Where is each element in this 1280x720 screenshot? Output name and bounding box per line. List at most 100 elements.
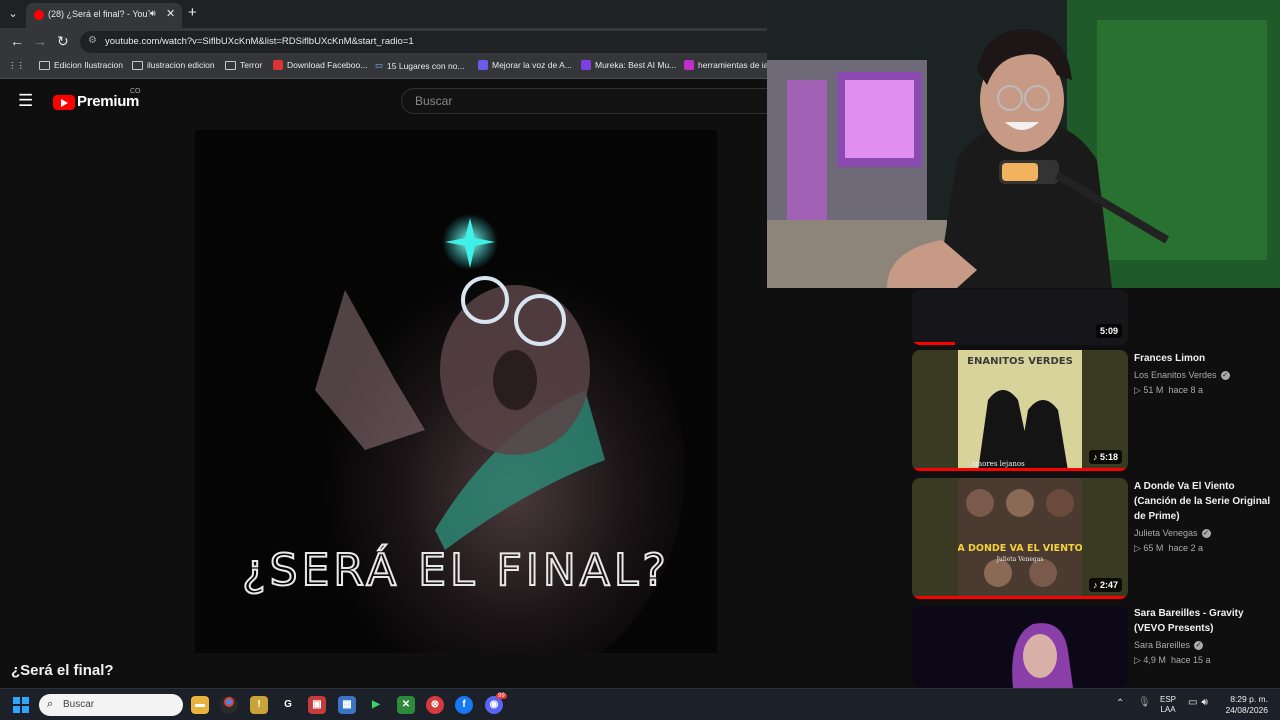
bookmark-label: herramientas de ia bbox=[698, 60, 769, 70]
language-code: ESP bbox=[1160, 695, 1177, 704]
back-arrow-icon[interactable]: ← bbox=[10, 33, 24, 49]
related-stats-row: ▷ 4,9 M hace 15 a bbox=[1134, 655, 1211, 665]
duration-badge: ♪ 2:47 bbox=[1088, 578, 1122, 592]
youtube-premium-label[interactable]: Premium bbox=[77, 93, 139, 110]
bookmark-item[interactable]: Terror bbox=[225, 60, 262, 70]
minecraft-icon[interactable]: ✕ bbox=[397, 696, 415, 714]
youtube-favicon-icon bbox=[34, 10, 44, 20]
bookmark-item[interactable]: Download Faceboo... bbox=[273, 60, 367, 70]
bookmark-item[interactable]: herramientas de ia bbox=[684, 60, 768, 70]
related-channel-row: Julieta Venegas ✓ bbox=[1134, 528, 1274, 538]
app-play-icon[interactable]: ▶ bbox=[367, 696, 385, 714]
upload-age: hace 2 a bbox=[1168, 543, 1203, 553]
related-channel-row: Sara Bareilles ✓ bbox=[1134, 640, 1274, 650]
thumbnail-subcaption: amores lejanos bbox=[971, 460, 1025, 468]
new-tab-button[interactable]: + bbox=[188, 4, 197, 22]
thumbnail-caption: ENANITOS VERDES bbox=[967, 356, 1073, 367]
duration-badge: 5:09 bbox=[1095, 324, 1122, 338]
folder-icon bbox=[39, 60, 50, 70]
channel-name[interactable]: Los Enanitos Verdes bbox=[1134, 370, 1217, 380]
url-text: youtube.com/watch?v=SiflbUXcKnM&list=RDS… bbox=[105, 36, 414, 47]
browser-tab[interactable]: (28) ¿Será el final? - YouTube 🔊︎ ✕ bbox=[26, 3, 182, 28]
upload-age: hace 15 a bbox=[1170, 655, 1211, 665]
related-video-title[interactable]: Sara Bareilles - Gravity (VEVO Presents) bbox=[1134, 606, 1274, 636]
related-video-thumbnail[interactable]: 5:09 bbox=[912, 289, 1128, 345]
duration-text: 2:47 bbox=[1099, 580, 1118, 590]
channel-name[interactable]: Sara Bareilles bbox=[1134, 640, 1190, 650]
upload-age: hace 8 a bbox=[1168, 385, 1203, 395]
language-indicator[interactable]: ESP LAA bbox=[1160, 695, 1176, 715]
related-stats-row: ▷ 51 M hace 8 a bbox=[1134, 385, 1203, 395]
site-icon bbox=[581, 60, 591, 70]
close-tab-icon[interactable]: ✕ bbox=[166, 7, 175, 20]
search-icon: ⌕ bbox=[47, 698, 54, 710]
speaker-icon[interactable]: 🔊︎ bbox=[150, 8, 156, 19]
calculator-icon[interactable]: ▦ bbox=[338, 696, 356, 714]
webcam-image bbox=[767, 0, 1280, 288]
app-shield-icon[interactable]: ! bbox=[250, 696, 268, 714]
site-icon bbox=[684, 60, 694, 70]
search-input[interactable]: Buscar bbox=[401, 88, 781, 114]
play-triangle-icon bbox=[61, 99, 68, 107]
apps-grid-icon[interactable]: ⋮⋮ bbox=[8, 60, 25, 71]
bookmark-label: Mureka: Best AI Mu... bbox=[595, 60, 677, 70]
watch-progress bbox=[912, 342, 956, 345]
verified-icon: ✓ bbox=[1201, 528, 1211, 538]
address-bar[interactable]: ⚙ youtube.com/watch?v=SiflbUXcKnM&list=R… bbox=[80, 31, 780, 53]
facebook-icon[interactable]: f bbox=[455, 696, 473, 714]
microphone-icon[interactable]: 🎙︎ bbox=[1138, 697, 1151, 708]
site-icon bbox=[478, 60, 488, 70]
clock-date: 24/08/2026 bbox=[1225, 705, 1268, 715]
related-video-thumbnail[interactable]: A DONDE VA EL VIENTO Julieta Venegas ♪ 2… bbox=[912, 478, 1128, 599]
taskbar-search-placeholder: Buscar bbox=[63, 699, 95, 710]
related-video-title[interactable]: A Donde Va El Viento (Canción de la Seri… bbox=[1134, 479, 1274, 524]
chrome-icon[interactable] bbox=[220, 696, 238, 714]
bookmark-item[interactable]: Mejorar la voz de A... bbox=[478, 60, 572, 70]
related-video-meta[interactable]: Sara Bareilles - Gravity (VEVO Presents)… bbox=[1134, 606, 1274, 666]
related-video-thumbnail[interactable]: ENANITOS VERDES amores lejanos ♪ 5:18 bbox=[912, 350, 1128, 471]
bookmark-label: 15 Lugares con no... bbox=[387, 60, 465, 71]
language-layout: LAA bbox=[1160, 705, 1176, 714]
view-count: 51 M bbox=[1143, 385, 1164, 395]
watch-progress bbox=[912, 468, 1128, 471]
thumbnail-caption: A DONDE VA EL VIENTO bbox=[958, 543, 1082, 554]
bookmark-item[interactable]: Edicion Ilustracion bbox=[39, 60, 123, 70]
related-video-meta[interactable]: A Donde Va El Viento (Canción de la Seri… bbox=[1134, 479, 1274, 554]
webcam-overlay bbox=[767, 0, 1280, 288]
related-video-meta[interactable]: Frances Limon Los Enanitos Verdes ✓ ▷ 51 … bbox=[1134, 351, 1274, 396]
video-title: ¿Será el final? bbox=[11, 662, 114, 679]
verified-icon: ✓ bbox=[1220, 370, 1230, 380]
bookmark-item[interactable]: ▭ 15 Lugares con no... bbox=[375, 60, 465, 71]
related-video-title[interactable]: Frances Limon bbox=[1134, 351, 1274, 366]
related-channel-row: Los Enanitos Verdes ✓ bbox=[1134, 370, 1274, 380]
watch-progress bbox=[912, 596, 1128, 599]
windows-start-icon[interactable] bbox=[13, 697, 29, 713]
reload-icon[interactable]: ↻ bbox=[57, 33, 69, 49]
bookmark-item[interactable]: ilustracion edicion bbox=[132, 60, 215, 70]
site-info-icon[interactable]: ⚙ bbox=[88, 35, 97, 46]
video-player[interactable]: ¿SERÁ EL FINAL? bbox=[195, 130, 717, 653]
system-clock[interactable]: 8:29 p. m. 24/08/2026 bbox=[1222, 694, 1268, 716]
duration-text: 5:18 bbox=[1099, 452, 1118, 462]
folder-icon bbox=[225, 60, 236, 70]
tray-expand-icon[interactable]: ⌃ bbox=[1116, 698, 1124, 709]
forward-arrow-icon[interactable]: → bbox=[33, 33, 47, 49]
taskbar-search-input[interactable]: ⌕ Buscar bbox=[39, 694, 183, 716]
app-editor-icon[interactable]: ▣ bbox=[308, 696, 326, 714]
duration-badge: ♪ 5:18 bbox=[1088, 450, 1122, 464]
bookmark-label: Terror bbox=[240, 60, 263, 70]
album-artwork: ¿SERÁ EL FINAL? bbox=[195, 130, 717, 653]
channel-name[interactable]: Julieta Venegas bbox=[1134, 528, 1198, 538]
search-placeholder: Buscar bbox=[415, 94, 453, 108]
thumbnail-image: A DONDE VA EL VIENTO Julieta Venegas bbox=[958, 478, 1082, 599]
tab-search-button[interactable]: ⌄ bbox=[4, 5, 22, 23]
app-g-icon[interactable]: G bbox=[279, 696, 297, 714]
app-red-icon[interactable]: ⊗ bbox=[426, 696, 444, 714]
related-video-thumbnail[interactable] bbox=[912, 606, 1128, 688]
file-explorer-icon[interactable]: ▬ bbox=[191, 696, 209, 714]
windows-taskbar: ⌕ Buscar ▬ ! G ▣ ▦ ▶ ✕ ⊗ f ◉ 99 ⌃ 🎙︎ ESP… bbox=[0, 688, 1280, 720]
related-stats-row: ▷ 65 M hace 2 a bbox=[1134, 543, 1203, 553]
bookmark-item[interactable]: Mureka: Best AI Mu... bbox=[581, 60, 676, 70]
hamburger-menu-icon[interactable]: ☰ bbox=[18, 92, 33, 110]
network-volume-icon[interactable]: ▭🔊︎ bbox=[1188, 697, 1212, 708]
